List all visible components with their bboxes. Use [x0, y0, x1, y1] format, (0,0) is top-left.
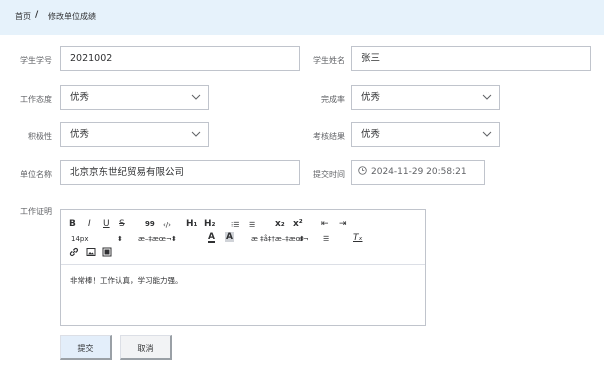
- assessment-result-select[interactable]: 优秀: [351, 122, 500, 147]
- clock-icon: [358, 166, 367, 175]
- initiative-select[interactable]: 优秀: [60, 122, 209, 147]
- breadcrumb-separator: /: [35, 10, 39, 20]
- indent-button[interactable]: ⇥: [339, 219, 347, 229]
- chevron-down-icon: [191, 131, 201, 137]
- student-name-label: 学生姓名: [313, 56, 345, 65]
- submit-time-value: 2024-11-29 20:58:21: [371, 167, 467, 177]
- breadcrumb-current: 修改单位成绩: [48, 12, 96, 21]
- chevron-down-icon: [482, 131, 492, 137]
- completion-rate-select[interactable]: 优秀: [351, 85, 500, 110]
- submit-time-label: 提交时间: [313, 170, 345, 179]
- work-attitude-label: 工作态度: [20, 95, 52, 104]
- align-button[interactable]: ☰: [323, 234, 329, 244]
- image-icon[interactable]: [86, 247, 96, 260]
- cancel-button[interactable]: 取消: [120, 335, 172, 360]
- underline-button[interactable]: U: [103, 219, 110, 229]
- font-family-arrow-icon: ⬍: [171, 235, 177, 243]
- work-attitude-value: 优秀: [70, 92, 90, 103]
- initiative-value: 优秀: [70, 129, 90, 140]
- initiative-label: 积极性: [28, 132, 52, 141]
- breadcrumb-home[interactable]: 首页: [15, 11, 31, 22]
- student-name-input[interactable]: 张三: [351, 46, 591, 71]
- strike-button[interactable]: S: [119, 219, 125, 229]
- breadcrumb: 首页 / 修改单位成绩: [0, 0, 604, 35]
- background-color-button[interactable]: A: [225, 232, 234, 242]
- bullet-list-button[interactable]: ☰: [249, 220, 255, 230]
- chevron-down-icon: [191, 94, 201, 100]
- completion-rate-value: 优秀: [361, 92, 381, 103]
- video-icon[interactable]: [102, 247, 112, 260]
- editor-content[interactable]: 非常棒！工作认真，学习能力强。: [70, 275, 183, 286]
- bold-button[interactable]: B: [69, 219, 76, 229]
- blockquote-button[interactable]: 99: [145, 219, 155, 229]
- font-size-select[interactable]: 14px: [71, 234, 89, 244]
- font-size-arrow-icon: ⬍: [117, 235, 123, 243]
- ordered-list-button[interactable]: ⁝☰: [231, 220, 240, 230]
- student-id-label: 学生学号: [20, 56, 52, 65]
- work-attitude-select[interactable]: 优秀: [60, 85, 209, 110]
- chevron-down-icon: [482, 94, 492, 100]
- work-proof-label: 工作证明: [20, 207, 52, 216]
- header-1-button[interactable]: H₁: [186, 219, 197, 229]
- link-icon[interactable]: [69, 247, 79, 260]
- outdent-button[interactable]: ⇤: [321, 219, 329, 229]
- rich-text-editor[interactable]: B I U S 99 ‹/› H₁ H₂ ⁝☰ ☰ x₂ x² ⇤ ⇥ 14px…: [60, 209, 426, 326]
- student-id-input[interactable]: 2021002: [60, 46, 300, 71]
- assessment-result-label: 考核结果: [313, 132, 345, 141]
- header-select-arrow-icon: ⬍: [299, 235, 305, 243]
- editor-toolbar: B I U S 99 ‹/› H₁ H₂ ⁝☰ ☰ x₂ x² ⇤ ⇥ 14px…: [61, 210, 425, 265]
- completion-rate-label: 完成率: [321, 95, 345, 104]
- unit-name-label: 单位名称: [20, 170, 52, 179]
- code-block-button[interactable]: ‹/›: [163, 220, 171, 230]
- submit-button[interactable]: 提交: [60, 335, 112, 360]
- superscript-button[interactable]: x²: [293, 219, 303, 229]
- submit-time-input[interactable]: 2024-11-29 20:58:21: [351, 160, 485, 185]
- unit-name-input[interactable]: 北京京东世纪贸易有限公司: [60, 160, 300, 185]
- subscript-button[interactable]: x₂: [275, 219, 285, 229]
- italic-button[interactable]: I: [88, 219, 91, 229]
- clean-format-button[interactable]: Tₓ: [353, 233, 363, 243]
- header-2-button[interactable]: H₂: [204, 219, 215, 229]
- assessment-result-value: 优秀: [361, 129, 381, 140]
- font-family-select[interactable]: æ–‡æœ¬: [138, 234, 172, 244]
- font-color-button[interactable]: A: [208, 233, 215, 243]
